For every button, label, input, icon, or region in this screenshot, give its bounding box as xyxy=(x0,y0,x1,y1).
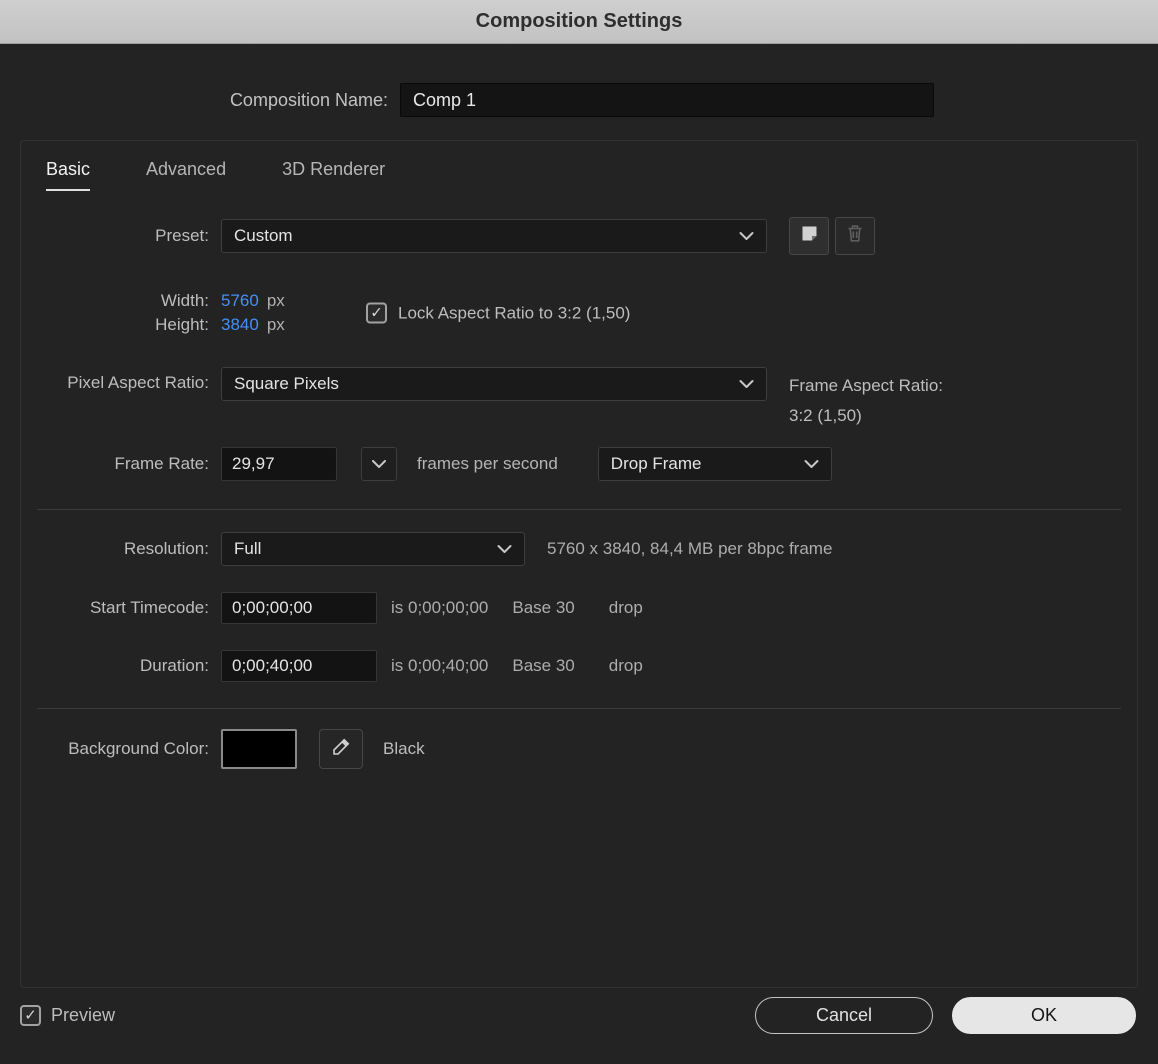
preset-row: Preset: Custom xyxy=(21,217,1137,255)
background-color-name: Black xyxy=(383,739,425,758)
checkbox-checked-icon: ✓ xyxy=(366,302,387,324)
pixel-aspect-ratio-label: Pixel Aspect Ratio: xyxy=(67,373,209,392)
tab-basic[interactable]: Basic xyxy=(46,159,91,191)
duration-drop: drop xyxy=(608,656,643,675)
drop-frame-value: Drop Frame xyxy=(610,454,702,473)
dialog-footer: ✓ Preview Cancel OK xyxy=(20,997,1136,1034)
chevron-down-icon xyxy=(804,460,819,469)
duration-row: Duration: is 0;00;40;00 Base 30 drop xyxy=(21,650,1137,682)
trash-icon xyxy=(845,223,865,249)
eyedropper-button[interactable] xyxy=(319,729,363,769)
frame-aspect-ratio-label: Frame Aspect Ratio: xyxy=(789,376,944,395)
preset-label: Preset: xyxy=(155,226,209,245)
dialog-buttons: Cancel OK xyxy=(755,997,1136,1034)
delete-preset-button[interactable] xyxy=(835,217,875,255)
height-value[interactable]: 3840 xyxy=(221,315,259,335)
width-label: Width: xyxy=(160,291,209,310)
preview-checkbox[interactable]: ✓ Preview xyxy=(20,1005,115,1026)
chevron-down-icon xyxy=(372,455,386,473)
save-preset-button[interactable] xyxy=(789,217,829,255)
checkbox-checked-icon: ✓ xyxy=(20,1005,41,1026)
save-preset-icon xyxy=(799,223,820,249)
composition-settings-dialog: Composition Settings Composition Name: B… xyxy=(0,0,1158,1064)
resolution-value: Full xyxy=(234,539,262,558)
divider xyxy=(37,708,1121,709)
check-icon: ✓ xyxy=(24,1007,37,1024)
pixel-aspect-ratio-value: Square Pixels xyxy=(234,374,339,393)
chevron-down-icon xyxy=(497,545,512,554)
chevron-down-icon xyxy=(739,232,754,241)
tab-3d-renderer[interactable]: 3D Renderer xyxy=(282,159,385,191)
pixel-aspect-ratio-dropdown[interactable]: Square Pixels xyxy=(221,367,767,401)
divider xyxy=(37,509,1121,510)
composition-name-input[interactable] xyxy=(400,83,934,117)
frame-rate-row: Frame Rate: frames per second Drop Frame xyxy=(21,447,1137,481)
start-timecode-info: is 0;00;00;00 xyxy=(391,598,489,617)
composition-name-label: Composition Name: xyxy=(229,89,388,110)
chevron-down-icon xyxy=(739,380,754,389)
ok-button[interactable]: OK xyxy=(952,997,1136,1034)
cancel-button[interactable]: Cancel xyxy=(755,997,933,1034)
duration-base: Base 30 xyxy=(512,656,575,675)
duration-label: Duration: xyxy=(140,656,209,675)
dialog-title: Composition Settings xyxy=(475,10,683,32)
background-color-swatch[interactable] xyxy=(221,729,297,769)
resolution-dropdown[interactable]: Full xyxy=(221,532,525,566)
start-timecode-label: Start Timecode: xyxy=(89,598,209,617)
tab-bar: Basic Advanced 3D Renderer xyxy=(21,141,1137,191)
resolution-row: Resolution: Full 5760 x 3840, 84,4 MB pe… xyxy=(21,532,1137,566)
composition-name-row: Composition Name: xyxy=(0,83,1158,117)
frame-rate-input[interactable] xyxy=(221,447,337,481)
preset-value: Custom xyxy=(234,226,293,245)
lock-aspect-label: Lock Aspect Ratio to 3:2 (1,50) xyxy=(398,303,631,322)
start-timecode-row: Start Timecode: is 0;00;00;00 Base 30 dr… xyxy=(21,592,1137,624)
width-unit: px xyxy=(266,291,285,310)
height-unit: px xyxy=(266,315,285,334)
duration-input[interactable] xyxy=(221,650,377,682)
lock-aspect-checkbox[interactable]: ✓ Lock Aspect Ratio to 3:2 (1,50) xyxy=(366,302,631,324)
preset-dropdown[interactable]: Custom xyxy=(221,219,767,253)
start-timecode-input[interactable] xyxy=(221,592,377,624)
drop-frame-dropdown[interactable]: Drop Frame xyxy=(597,447,832,481)
frame-rate-suffix: frames per second xyxy=(417,454,558,473)
frame-aspect-ratio-info: Frame Aspect Ratio: 3:2 (1,50) xyxy=(789,371,943,431)
start-timecode-drop: drop xyxy=(608,598,643,617)
pixel-aspect-ratio-row: Pixel Aspect Ratio: Square Pixels Frame … xyxy=(21,367,1137,425)
frame-aspect-ratio-value: 3:2 (1,50) xyxy=(789,406,862,425)
check-icon: ✓ xyxy=(370,304,383,322)
resolution-info: 5760 x 3840, 84,4 MB per 8bpc frame xyxy=(547,539,833,558)
duration-info: is 0;00;40;00 xyxy=(391,656,489,675)
background-color-row: Background Color: Black xyxy=(21,729,1137,769)
height-label: Height: xyxy=(155,315,209,334)
start-timecode-base: Base 30 xyxy=(512,598,575,617)
tab-advanced[interactable]: Advanced xyxy=(146,159,226,191)
dimensions-block: Width: 5760 px ✓ Lock Aspect Ratio to 3:… xyxy=(21,289,1137,337)
frame-rate-preset-button[interactable] xyxy=(361,447,397,481)
settings-panel: Basic Advanced 3D Renderer Preset: Custo… xyxy=(20,140,1138,988)
resolution-label: Resolution: xyxy=(123,539,209,558)
dialog-titlebar[interactable]: Composition Settings xyxy=(0,0,1158,44)
background-color-label: Background Color: xyxy=(68,739,209,758)
eyedropper-icon xyxy=(330,736,352,763)
width-value[interactable]: 5760 xyxy=(221,291,259,311)
frame-rate-label: Frame Rate: xyxy=(114,454,209,473)
preview-label: Preview xyxy=(51,1005,116,1025)
